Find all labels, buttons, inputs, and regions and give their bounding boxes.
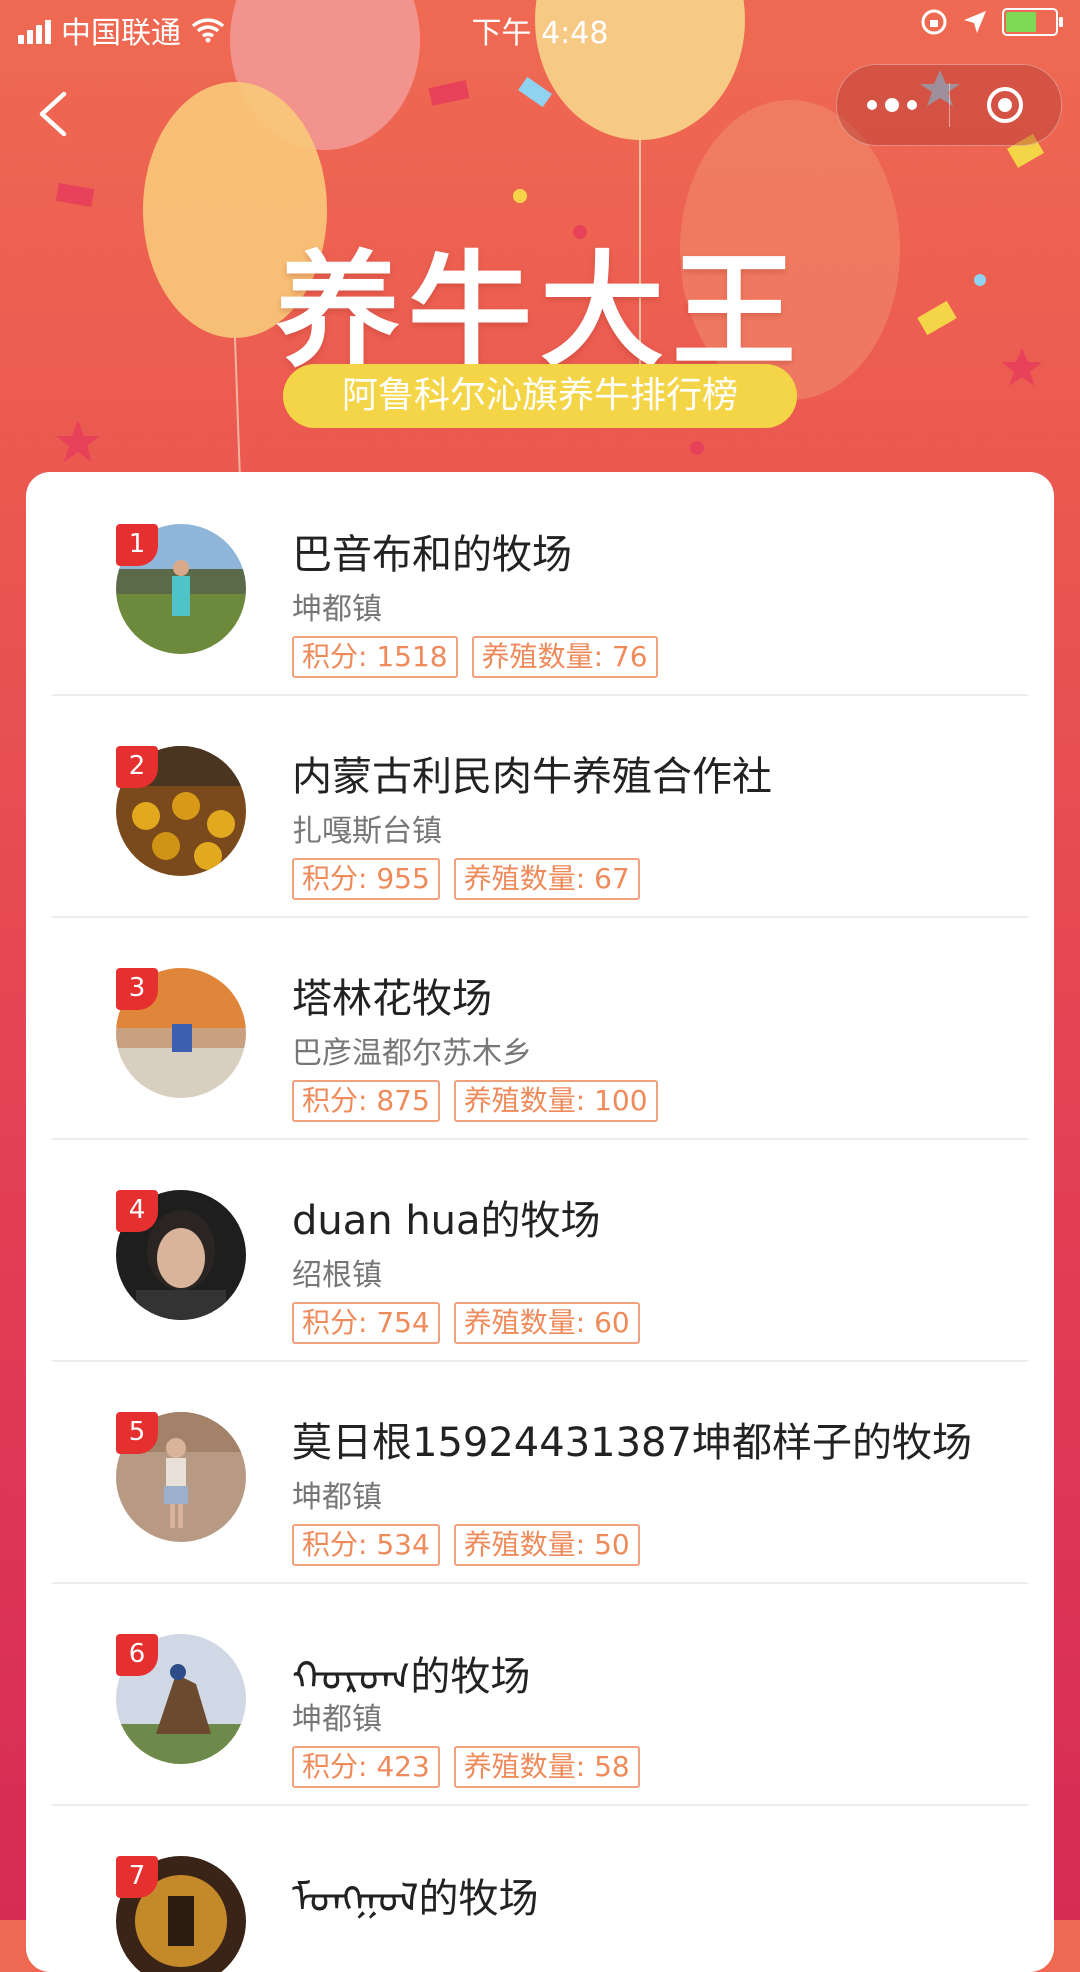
ranch-name: 内蒙古利民肉牛养殖合作社 bbox=[292, 754, 772, 800]
list-item[interactable]: 7 ᠮᠣᠩᠭᠣᠯ的牧场 bbox=[52, 1804, 1028, 1972]
ranch-name: 莫日根15924431387坤都样子的牧场 bbox=[292, 1420, 972, 1466]
score-tag: 积分: 534 bbox=[292, 1524, 440, 1566]
ranch-name: ᠬᠣᠷᠣᠭ的牧场 bbox=[292, 1654, 531, 1700]
score-tag: 积分: 955 bbox=[292, 858, 440, 900]
count-tag: 养殖数量: 100 bbox=[453, 1080, 658, 1122]
ranking-list: 1 巴音布和的牧场 坤都镇 积分: 1518 养殖数量: 76 2 内蒙古利民肉牛… bbox=[26, 472, 1054, 1972]
rank-badge: 6 bbox=[116, 1634, 158, 1676]
score-tag: 积分: 1518 bbox=[292, 636, 458, 678]
rank-badge: 5 bbox=[116, 1412, 158, 1454]
list-item[interactable]: 2 内蒙古利民肉牛养殖合作社 扎嘎斯台镇 积分: 955 养殖数量: 67 bbox=[52, 694, 1028, 918]
list-item[interactable]: 3 塔林花牧场 巴彦温都尔苏木乡 积分: 875 养殖数量: 100 bbox=[52, 916, 1028, 1140]
list-item[interactable]: 1 巴音布和的牧场 坤都镇 积分: 1518 养殖数量: 76 bbox=[52, 472, 1028, 696]
score-tag: 积分: 875 bbox=[292, 1080, 440, 1122]
count-tag: 养殖数量: 58 bbox=[453, 1746, 640, 1788]
rank-badge: 1 bbox=[116, 524, 158, 566]
list-item[interactable]: 4 duan hua的牧场 绍根镇 积分: 754 养殖数量: 60 bbox=[52, 1138, 1028, 1362]
battery-icon bbox=[1002, 8, 1063, 36]
rank-badge: 2 bbox=[116, 746, 158, 788]
list-item[interactable]: 5 莫日根15924431387坤都样子的牧场 坤都镇 积分: 534 养殖数量:… bbox=[52, 1360, 1028, 1584]
ranch-town: 坤都镇 bbox=[292, 1480, 382, 1515]
rank-badge: 4 bbox=[116, 1190, 158, 1232]
count-tag: 养殖数量: 67 bbox=[453, 858, 640, 900]
count-tag: 养殖数量: 76 bbox=[471, 636, 658, 678]
status-time: 下午 4:48 bbox=[471, 16, 609, 51]
score-tag: 积分: 754 bbox=[292, 1302, 440, 1344]
ranch-town: 坤都镇 bbox=[292, 1702, 382, 1737]
close-miniprogram-icon[interactable] bbox=[985, 85, 1025, 125]
back-arrow-icon[interactable] bbox=[32, 88, 76, 140]
capsule-divider bbox=[949, 83, 950, 127]
ranch-name: 巴音布和的牧场 bbox=[292, 532, 572, 578]
rotation-lock-icon bbox=[921, 9, 947, 35]
ranch-name: ᠮᠣᠩᠭᠣᠯ的牧场 bbox=[292, 1876, 539, 1922]
page-subtitle: 阿鲁科尔沁旗养牛排行榜 bbox=[283, 364, 797, 428]
ranch-town: 坤都镇 bbox=[292, 592, 382, 627]
more-options-icon[interactable] bbox=[867, 91, 917, 119]
status-bar: 中国联通 下午 4:48 bbox=[0, 0, 1080, 52]
ranch-town: 扎嘎斯台镇 bbox=[292, 814, 442, 849]
page-title: 养牛大王 bbox=[275, 240, 804, 384]
count-tag: 养殖数量: 50 bbox=[453, 1524, 640, 1566]
ranch-name: 塔林花牧场 bbox=[292, 976, 492, 1022]
ranch-town: 巴彦温都尔苏木乡 bbox=[292, 1036, 532, 1071]
rank-badge: 3 bbox=[116, 968, 158, 1010]
status-right bbox=[920, 8, 1063, 36]
score-tag: 积分: 423 bbox=[292, 1746, 440, 1788]
count-tag: 养殖数量: 60 bbox=[453, 1302, 640, 1344]
miniprogram-capsule bbox=[836, 64, 1062, 146]
location-icon bbox=[964, 11, 986, 33]
ranch-town: 绍根镇 bbox=[292, 1258, 382, 1293]
rank-badge: 7 bbox=[116, 1856, 158, 1898]
ranch-name: duan hua的牧场 bbox=[292, 1198, 601, 1244]
list-item[interactable]: 6 ᠬᠣᠷᠣᠭ的牧场 坤都镇 积分: 423 养殖数量: 58 bbox=[52, 1582, 1028, 1806]
